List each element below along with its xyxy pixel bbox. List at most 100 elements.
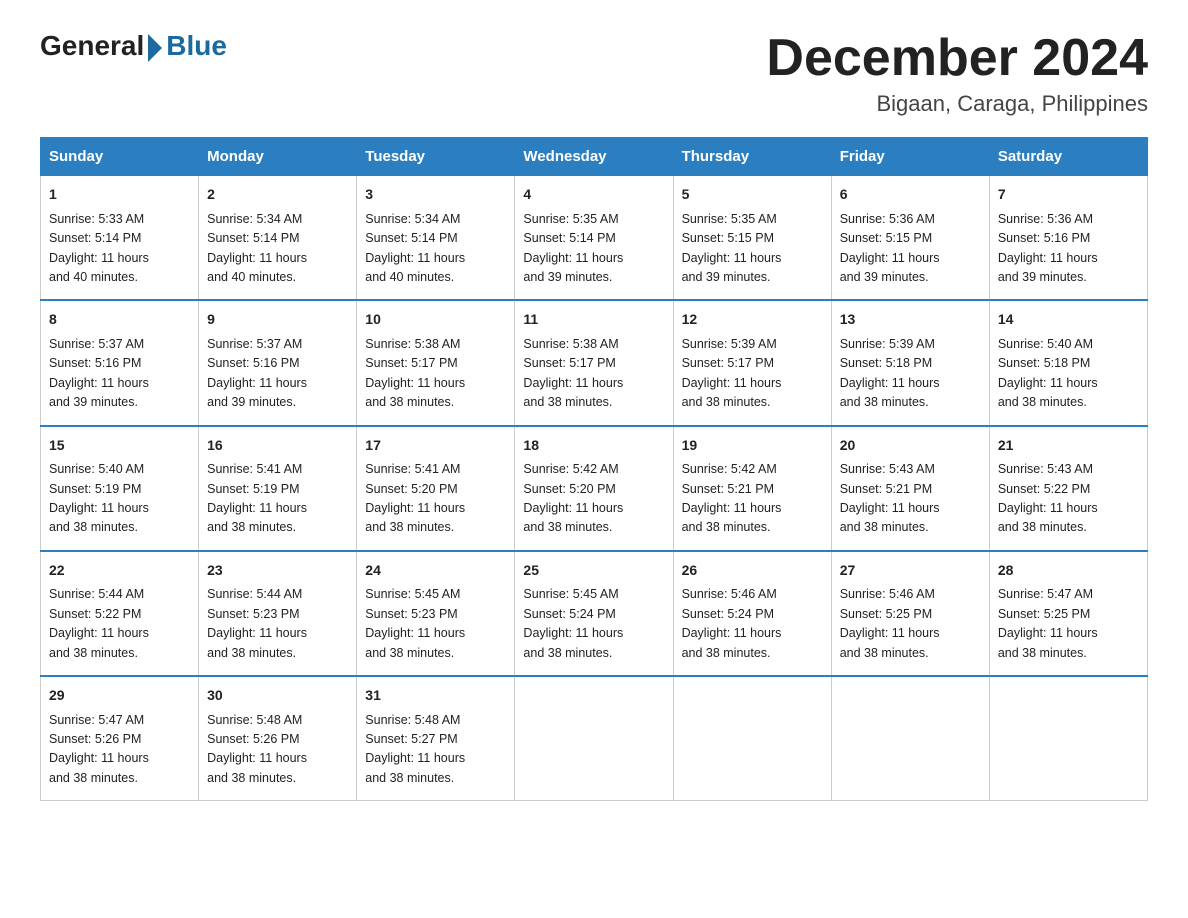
day-number: 27 (840, 560, 981, 582)
month-year-title: December 2024 (766, 30, 1148, 87)
calendar-cell: 19 Sunrise: 5:42 AMSunset: 5:21 PMDayligh… (673, 426, 831, 551)
calendar-week-row: 29Sunrise: 5:47 AMSunset: 5:26 PMDayligh… (41, 676, 1148, 801)
day-info: Sunrise: 5:45 AMSunset: 5:23 PMDaylight:… (365, 587, 465, 659)
day-number: 1 (49, 184, 190, 206)
day-number: 5 (682, 184, 823, 206)
calendar-cell: 7Sunrise: 5:36 AMSunset: 5:16 PMDaylight… (989, 176, 1147, 301)
day-number: 25 (523, 560, 664, 582)
calendar-cell: 27 Sunrise: 5:46 AMSunset: 5:25 PMDayligh… (831, 551, 989, 676)
location-subtitle: Bigaan, Caraga, Philippines (766, 91, 1148, 117)
calendar-cell: 13Sunrise: 5:39 AMSunset: 5:18 PMDayligh… (831, 300, 989, 425)
calendar-cell: 9Sunrise: 5:37 AMSunset: 5:16 PMDaylight… (199, 300, 357, 425)
day-number: 18 (523, 435, 664, 457)
calendar-cell: 18 Sunrise: 5:42 AMSunset: 5:20 PMDayligh… (515, 426, 673, 551)
day-info: Sunrise: 5:34 AMSunset: 5:14 PMDaylight:… (207, 212, 307, 284)
day-info: Sunrise: 5:35 AMSunset: 5:14 PMDaylight:… (523, 212, 623, 284)
calendar-week-row: 8 Sunrise: 5:37 AMSunset: 5:16 PMDaylight… (41, 300, 1148, 425)
day-info: Sunrise: 5:45 AMSunset: 5:24 PMDaylight:… (523, 587, 623, 659)
day-info: Sunrise: 5:48 AMSunset: 5:27 PMDaylight:… (365, 713, 465, 785)
day-info: Sunrise: 5:46 AMSunset: 5:25 PMDaylight:… (840, 587, 940, 659)
day-info: Sunrise: 5:44 AMSunset: 5:22 PMDaylight:… (49, 587, 149, 659)
calendar-week-row: 1 Sunrise: 5:33 AMSunset: 5:14 PMDaylight… (41, 176, 1148, 301)
col-friday: Friday (831, 138, 989, 176)
day-number: 17 (365, 435, 506, 457)
day-number: 19 (682, 435, 823, 457)
day-number: 14 (998, 309, 1139, 331)
day-number: 23 (207, 560, 348, 582)
day-number: 12 (682, 309, 823, 331)
day-number: 11 (523, 309, 664, 331)
day-info: Sunrise: 5:41 AMSunset: 5:19 PMDaylight:… (207, 462, 307, 534)
calendar-cell: 12 Sunrise: 5:39 AMSunset: 5:17 PMDayligh… (673, 300, 831, 425)
logo-general-text: General (40, 30, 144, 62)
day-info: Sunrise: 5:37 AMSunset: 5:16 PMDaylight:… (49, 337, 149, 409)
day-info: Sunrise: 5:42 AMSunset: 5:20 PMDaylight:… (523, 462, 623, 534)
col-tuesday: Tuesday (357, 138, 515, 176)
day-number: 7 (998, 184, 1139, 206)
page-header: General Blue December 2024 Bigaan, Carag… (40, 30, 1148, 117)
col-wednesday: Wednesday (515, 138, 673, 176)
calendar-cell: 22 Sunrise: 5:44 AMSunset: 5:22 PMDayligh… (41, 551, 199, 676)
calendar-cell (989, 676, 1147, 801)
day-info: Sunrise: 5:47 AMSunset: 5:25 PMDaylight:… (998, 587, 1098, 659)
day-info: Sunrise: 5:38 AMSunset: 5:17 PMDaylight:… (365, 337, 465, 409)
day-number: 16 (207, 435, 348, 457)
calendar-cell (673, 676, 831, 801)
day-number: 26 (682, 560, 823, 582)
calendar-cell: 14 Sunrise: 5:40 AMSunset: 5:18 PMDayligh… (989, 300, 1147, 425)
logo-arrow-icon (148, 34, 162, 62)
day-info: Sunrise: 5:40 AMSunset: 5:18 PMDaylight:… (998, 337, 1098, 409)
calendar-body: 1 Sunrise: 5:33 AMSunset: 5:14 PMDaylight… (41, 176, 1148, 801)
day-number: 8 (49, 309, 190, 331)
col-saturday: Saturday (989, 138, 1147, 176)
day-info: Sunrise: 5:38 AMSunset: 5:17 PMDaylight:… (523, 337, 623, 409)
day-info: Sunrise: 5:34 AMSunset: 5:14 PMDaylight:… (365, 212, 465, 284)
col-thursday: Thursday (673, 138, 831, 176)
day-number: 22 (49, 560, 190, 582)
calendar-cell: 2Sunrise: 5:34 AMSunset: 5:14 PMDaylight… (199, 176, 357, 301)
day-info: Sunrise: 5:39 AMSunset: 5:17 PMDaylight:… (682, 337, 782, 409)
day-number: 21 (998, 435, 1139, 457)
day-info: Sunrise: 5:42 AMSunset: 5:21 PMDaylight:… (682, 462, 782, 534)
calendar-cell: 21 Sunrise: 5:43 AMSunset: 5:22 PMDayligh… (989, 426, 1147, 551)
day-info: Sunrise: 5:36 AMSunset: 5:15 PMDaylight:… (840, 212, 940, 284)
calendar-cell: 8 Sunrise: 5:37 AMSunset: 5:16 PMDaylight… (41, 300, 199, 425)
day-number: 4 (523, 184, 664, 206)
day-info: Sunrise: 5:43 AMSunset: 5:21 PMDaylight:… (840, 462, 940, 534)
calendar-cell: 28Sunrise: 5:47 AMSunset: 5:25 PMDayligh… (989, 551, 1147, 676)
calendar-cell: 17Sunrise: 5:41 AMSunset: 5:20 PMDayligh… (357, 426, 515, 551)
day-info: Sunrise: 5:48 AMSunset: 5:26 PMDaylight:… (207, 713, 307, 785)
calendar-cell: 5Sunrise: 5:35 AMSunset: 5:15 PMDaylight… (673, 176, 831, 301)
calendar-cell: 24 Sunrise: 5:45 AMSunset: 5:23 PMDayligh… (357, 551, 515, 676)
day-number: 15 (49, 435, 190, 457)
calendar-cell (831, 676, 989, 801)
day-number: 30 (207, 685, 348, 707)
day-number: 24 (365, 560, 506, 582)
header-row: Sunday Monday Tuesday Wednesday Thursday… (41, 138, 1148, 176)
day-info: Sunrise: 5:43 AMSunset: 5:22 PMDaylight:… (998, 462, 1098, 534)
day-info: Sunrise: 5:46 AMSunset: 5:24 PMDaylight:… (682, 587, 782, 659)
day-info: Sunrise: 5:33 AMSunset: 5:14 PMDaylight:… (49, 212, 149, 284)
day-number: 3 (365, 184, 506, 206)
calendar-cell: 31 Sunrise: 5:48 AMSunset: 5:27 PMDayligh… (357, 676, 515, 801)
day-number: 31 (365, 685, 506, 707)
day-number: 20 (840, 435, 981, 457)
title-area: December 2024 Bigaan, Caraga, Philippine… (766, 30, 1148, 117)
day-number: 6 (840, 184, 981, 206)
calendar-cell (515, 676, 673, 801)
calendar-cell: 20 Sunrise: 5:43 AMSunset: 5:21 PMDayligh… (831, 426, 989, 551)
calendar-cell: 16 Sunrise: 5:41 AMSunset: 5:19 PMDayligh… (199, 426, 357, 551)
day-info: Sunrise: 5:40 AMSunset: 5:19 PMDaylight:… (49, 462, 149, 534)
day-info: Sunrise: 5:47 AMSunset: 5:26 PMDaylight:… (49, 713, 149, 785)
col-sunday: Sunday (41, 138, 199, 176)
day-info: Sunrise: 5:44 AMSunset: 5:23 PMDaylight:… (207, 587, 307, 659)
calendar-cell: 23 Sunrise: 5:44 AMSunset: 5:23 PMDayligh… (199, 551, 357, 676)
day-info: Sunrise: 5:37 AMSunset: 5:16 PMDaylight:… (207, 337, 307, 409)
logo: General Blue (40, 30, 227, 62)
calendar-cell: 4 Sunrise: 5:35 AMSunset: 5:14 PMDaylight… (515, 176, 673, 301)
logo-blue-text: Blue (166, 30, 227, 62)
day-number: 13 (840, 309, 981, 331)
calendar-cell: 10Sunrise: 5:38 AMSunset: 5:17 PMDayligh… (357, 300, 515, 425)
calendar-cell: 6 Sunrise: 5:36 AMSunset: 5:15 PMDaylight… (831, 176, 989, 301)
calendar-cell: 3 Sunrise: 5:34 AMSunset: 5:14 PMDaylight… (357, 176, 515, 301)
